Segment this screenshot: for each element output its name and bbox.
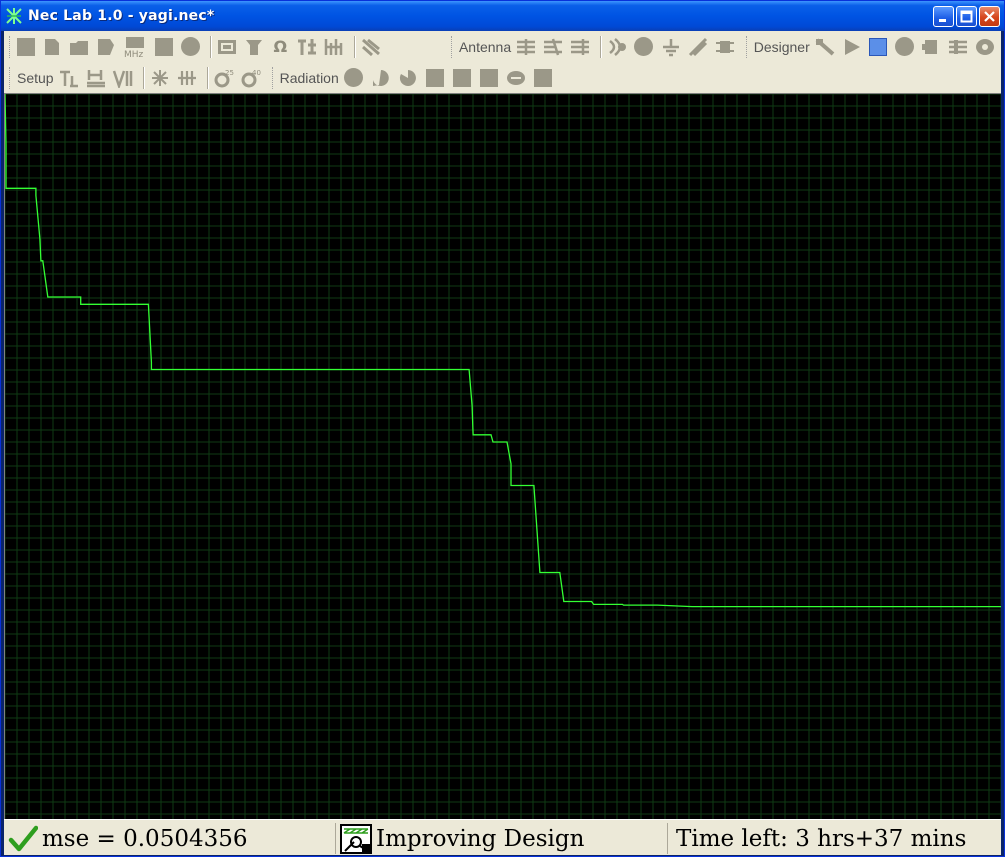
pattern-8-icon[interactable] [532,67,554,89]
setup-vi-icon[interactable] [112,67,134,89]
window-controls [933,6,1000,27]
toolbar-separator [209,35,212,58]
pattern-7-icon[interactable] [505,67,527,89]
toolbar-grip[interactable] [745,35,749,58]
pattern-1-icon[interactable] [343,67,365,89]
transmission-line-icon[interactable] [687,36,709,58]
designer-status-icon [340,823,372,854]
multi-icon[interactable] [323,36,345,58]
close-button[interactable] [979,6,1000,27]
angle-25-icon[interactable]: 25 [213,67,235,89]
toolbar-grip[interactable] [9,35,12,58]
toolbar-separator [206,66,209,89]
pattern-5-icon[interactable] [451,67,473,89]
minimize-button[interactable] [933,6,954,27]
wire-add-icon[interactable] [515,36,537,58]
mse-trace [5,94,1001,608]
toolbar-row-1: MHz Ω Antenna Designer [4,31,1001,62]
source-icon[interactable] [606,36,628,58]
designer-tool-icon[interactable] [814,36,836,58]
pattern-4-icon[interactable] [424,67,446,89]
designer-phone-icon[interactable] [974,36,996,58]
toolbar-separator [600,35,603,58]
toolbar-separator [354,35,357,58]
designer-play-icon[interactable] [841,36,863,58]
pattern-2-icon[interactable] [370,67,392,89]
impedance-icon[interactable]: Ω [270,36,292,58]
setup-h-icon[interactable] [85,67,107,89]
design-state: Improving Design [376,825,585,852]
maximize-button[interactable] [956,6,977,27]
app-window: Nec Lab 1.0 - yagi.nec* MHz Ω Antenna De… [0,0,1005,857]
radiation-label: Radiation [279,69,339,86]
toolbar-grip[interactable] [9,66,12,89]
run-icon[interactable] [179,36,201,58]
ground-icon[interactable] [660,36,682,58]
angle-25-label: 25 [225,69,234,77]
network-icon[interactable] [714,36,736,58]
toolbar-grip[interactable] [451,35,454,58]
designer-stop-icon[interactable] [867,36,889,58]
toolbar-grip[interactable] [271,66,275,89]
toolbar-row-2: Setup 25 40 Radiation [4,62,1001,93]
swr-icon[interactable] [296,36,318,58]
setup-db2-icon[interactable] [176,67,198,89]
toolbar-area: MHz Ω Antenna Designer Setup 25 40 Radia… [4,31,1001,93]
pattern-3-icon[interactable] [397,67,419,89]
designer-pause-icon[interactable] [921,36,943,58]
designer-label: Designer [753,38,810,55]
wire-edit-icon[interactable] [542,36,564,58]
setup-label: Setup [17,69,54,86]
load-icon[interactable] [633,36,655,58]
optimize-icon[interactable] [360,36,382,58]
time-left: Time left: 3 hrs+37 mins [676,825,967,852]
plot-canvas [5,94,1001,819]
open-icon[interactable] [42,36,64,58]
convergence-plot[interactable] [4,93,1001,819]
status-panel-mse: mse = 0.0504356 [6,823,336,854]
angle-40-icon[interactable]: 40 [240,67,262,89]
angle-40-label: 40 [252,69,261,77]
designer-circle-icon[interactable] [894,36,916,58]
save-icon[interactable] [68,36,90,58]
antenna-label: Antenna [458,38,512,55]
status-panel-state: Improving Design [338,823,668,854]
plot-grid [5,94,1001,819]
gain-icon[interactable] [243,36,265,58]
new-icon[interactable] [15,36,37,58]
designer-settings-icon[interactable] [947,36,969,58]
frequency-icon[interactable]: MHz [122,36,148,58]
window-title: Nec Lab 1.0 - yagi.nec* [28,8,215,24]
status-bar: mse = 0.0504356 Improving Design Time le… [4,819,1001,855]
mse-value: mse = 0.0504356 [42,825,248,852]
save-as-icon[interactable] [95,36,117,58]
db-icon[interactable] [216,36,238,58]
app-icon[interactable] [5,7,23,25]
status-panel-time: Time left: 3 hrs+37 mins [670,823,999,854]
wire-delete-icon[interactable] [569,36,591,58]
title-bar[interactable]: Nec Lab 1.0 - yagi.nec* [1,1,1004,31]
mhz-label: MHz [124,50,144,58]
setup-tl-icon[interactable] [58,67,80,89]
setup-db-icon[interactable] [149,67,171,89]
toolbar-separator [142,66,145,89]
pattern-6-icon[interactable] [478,67,500,89]
stop-icon[interactable] [153,36,175,58]
check-icon [8,825,38,851]
